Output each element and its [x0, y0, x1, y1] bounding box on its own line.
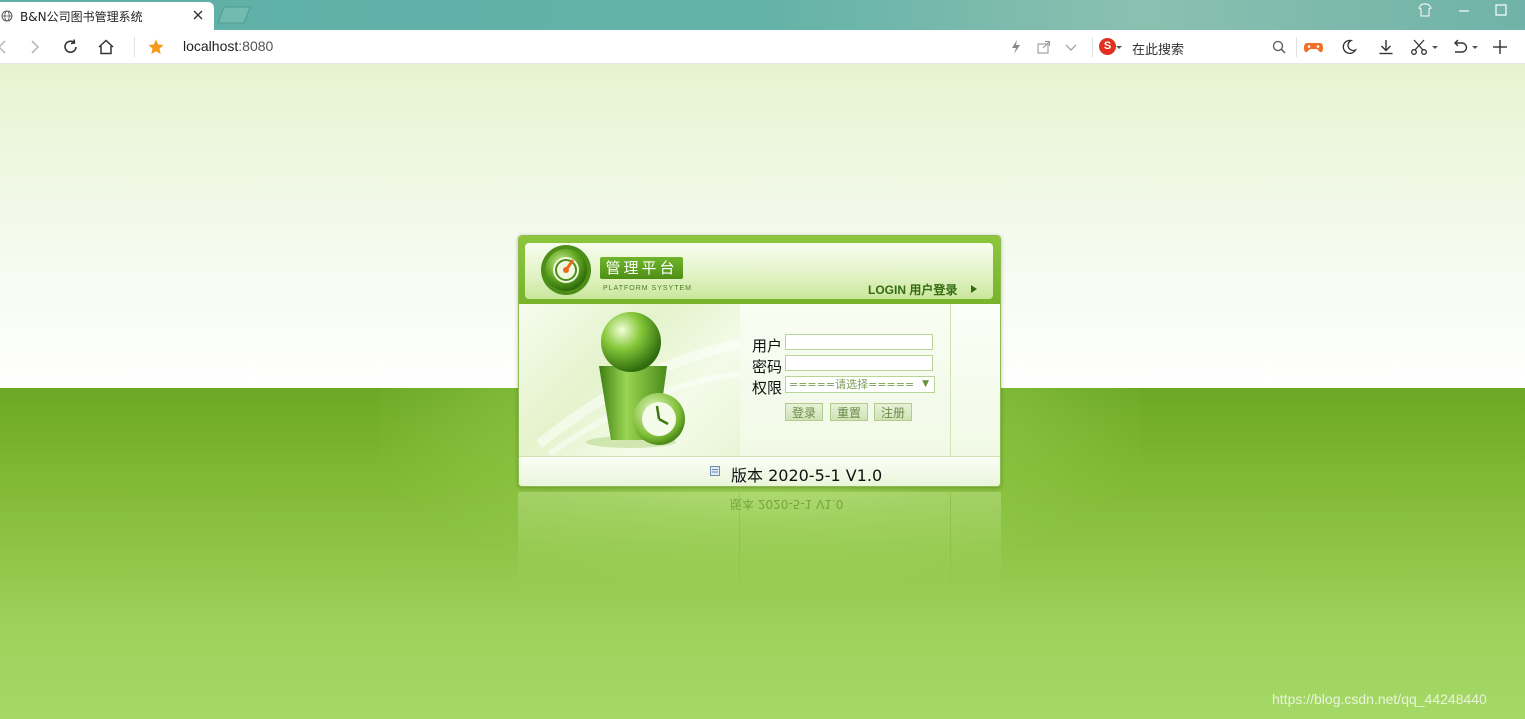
- register-button[interactable]: 注册: [874, 403, 912, 421]
- maximize-icon[interactable]: [1494, 3, 1508, 17]
- share-icon[interactable]: [1035, 38, 1053, 56]
- lightning-icon[interactable]: [1007, 38, 1025, 56]
- watermark-text: https://blog.csdn.net/qq_44248440: [1272, 691, 1487, 707]
- address-host: localhost: [183, 38, 239, 54]
- toolbar-divider: [134, 37, 135, 57]
- toolbar-divider: [1296, 37, 1297, 57]
- scissors-dropdown-icon[interactable]: [1431, 38, 1439, 56]
- new-tab-button[interactable]: [216, 6, 252, 24]
- reset-button[interactable]: 重置: [830, 403, 868, 421]
- search-engine-logo[interactable]: S: [1099, 38, 1116, 55]
- search-icon[interactable]: [1270, 38, 1288, 56]
- username-input[interactable]: [785, 334, 933, 350]
- version-icon: [710, 466, 720, 476]
- panel-reflection: 版本 2020-5-1 V1.0: [518, 492, 1001, 592]
- home-icon[interactable]: [97, 38, 115, 56]
- forward-icon[interactable]: [26, 38, 44, 56]
- undo-icon[interactable]: [1450, 38, 1468, 56]
- brand-subtitle: PLATFORM SYSYTEM: [603, 285, 692, 292]
- user-label: 用户: [752, 337, 783, 355]
- browser-tab-bar: B&N公司图书管理系统: [0, 0, 1525, 30]
- reflection-version-text: 版本 2020-5-1 V1.0: [730, 497, 844, 511]
- brand-title: 管理平台: [600, 257, 683, 279]
- refresh-icon[interactable]: [62, 38, 80, 56]
- address-bar[interactable]: localhost:8080: [183, 38, 273, 54]
- browser-toolbar: localhost:8080 S 在此搜索: [0, 30, 1525, 64]
- plus-icon[interactable]: [1491, 38, 1509, 56]
- back-icon[interactable]: [0, 38, 12, 56]
- user-clock-illustration: [535, 312, 741, 457]
- favorite-star-icon[interactable]: [147, 38, 165, 56]
- version-text: 版本 2020-5-1 V1.0: [731, 466, 883, 485]
- platform-logo-icon: [541, 245, 591, 295]
- page-background: 管理平台 PLATFORM SYSYTEM LOGIN 用户登录 用户 密码 权…: [0, 64, 1525, 719]
- role-select[interactable]: =====请选择===== ▼: [785, 376, 935, 393]
- login-button[interactable]: 登录: [785, 403, 823, 421]
- night-mode-icon[interactable]: [1340, 38, 1358, 56]
- login-form: 用户 密码 权限 =====请选择===== ▼ 登录 重置 注册: [740, 304, 951, 456]
- reflection-divider: [739, 492, 740, 582]
- globe-icon: [1, 10, 13, 22]
- login-panel: 管理平台 PLATFORM SYSYTEM LOGIN 用户登录 用户 密码 权…: [518, 235, 1001, 487]
- game-controller-icon[interactable]: [1303, 38, 1324, 56]
- role-label: 权限: [752, 379, 783, 397]
- close-icon[interactable]: [192, 9, 204, 21]
- search-input[interactable]: 在此搜索: [1132, 39, 1184, 58]
- download-icon[interactable]: [1377, 38, 1395, 56]
- side-area: [951, 304, 1000, 456]
- password-input[interactable]: [785, 355, 933, 371]
- login-panel-body: 用户 密码 权限 =====请选择===== ▼ 登录 重置 注册: [519, 304, 1000, 457]
- chevron-down-icon[interactable]: [1062, 38, 1080, 56]
- toolbar-divider: [1092, 37, 1093, 57]
- scissors-icon[interactable]: [1410, 38, 1428, 56]
- address-port: :8080: [238, 38, 274, 54]
- role-selected-value: =====请选择=====: [789, 378, 915, 391]
- undo-dropdown-icon[interactable]: [1471, 38, 1479, 56]
- engine-dropdown-icon[interactable]: [1115, 38, 1123, 56]
- password-label: 密码: [752, 358, 783, 376]
- login-header-label: LOGIN 用户登录: [868, 283, 958, 297]
- skin-icon[interactable]: [1418, 3, 1432, 17]
- chevron-down-icon: ▼: [922, 379, 929, 389]
- login-panel-header: 管理平台 PLATFORM SYSYTEM LOGIN 用户登录: [519, 236, 1000, 304]
- login-panel-footer: 版本 2020-5-1 V1.0: [519, 456, 1000, 486]
- illustration-area: [519, 304, 741, 457]
- reflection-divider: [950, 492, 951, 582]
- browser-tab[interactable]: B&N公司图书管理系统: [0, 2, 214, 30]
- tab-title: B&N公司图书管理系统: [20, 10, 143, 24]
- arrow-right-icon: [971, 285, 977, 293]
- minimize-icon[interactable]: [1457, 3, 1471, 17]
